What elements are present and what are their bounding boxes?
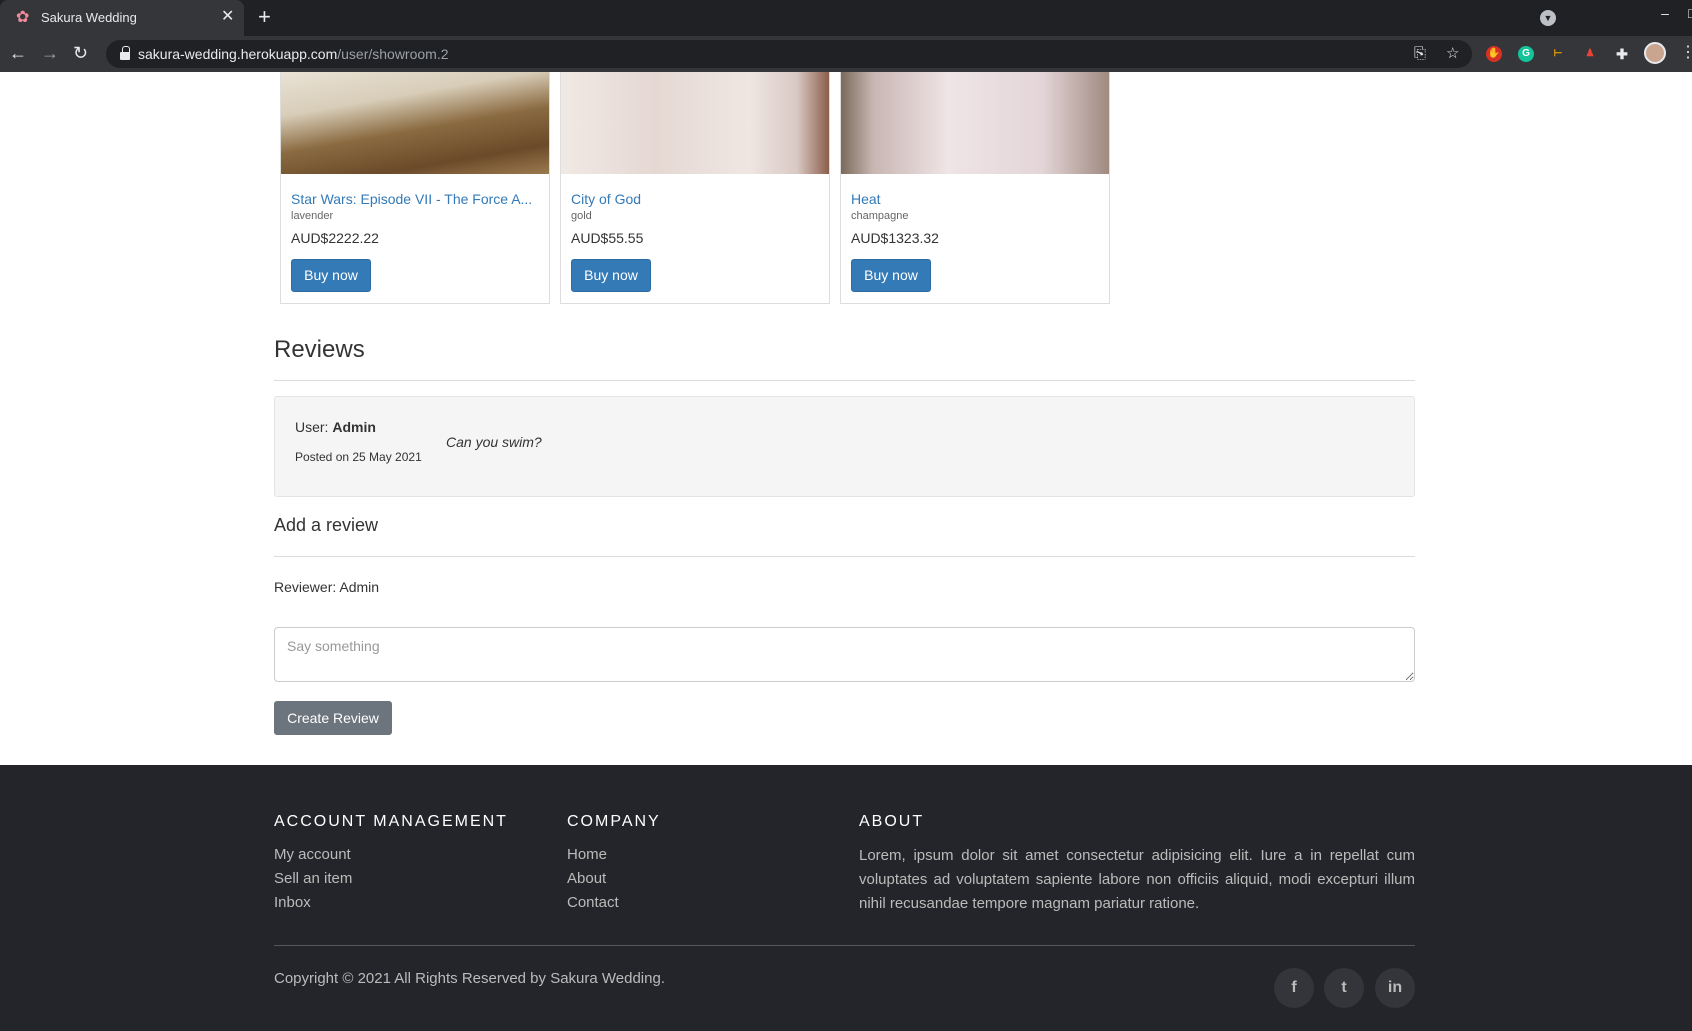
reload-icon[interactable]: ↻ xyxy=(73,43,88,63)
product-title-link[interactable]: City of God xyxy=(571,191,641,207)
lock-icon xyxy=(120,46,130,60)
divider xyxy=(274,556,1415,557)
bookmark-star-icon[interactable]: ☆ xyxy=(1446,45,1459,63)
buy-now-button[interactable]: Buy now xyxy=(291,259,371,292)
review-textarea[interactable] xyxy=(274,627,1415,682)
footer-link-my-account[interactable]: My account xyxy=(274,846,351,863)
footer-link-sell-item[interactable]: Sell an item xyxy=(274,870,352,887)
review-item: User: Admin Posted on 25 May 2021 Can yo… xyxy=(274,396,1415,497)
reviews-heading: Reviews xyxy=(274,336,365,363)
facebook-icon[interactable]: f xyxy=(1274,968,1314,1008)
translate-icon[interactable]: ⎘ xyxy=(1414,45,1426,63)
footer-about-text: Lorem, ipsum dolor sit amet consectetur … xyxy=(859,847,1415,912)
address-bar[interactable]: sakura-wedding.herokuapp.com/user/showro… xyxy=(106,40,1472,68)
review-user-name: Admin xyxy=(332,419,376,435)
product-image[interactable] xyxy=(281,72,549,174)
footer-link-about[interactable]: About xyxy=(567,870,606,887)
browser-toolbar: ← → ↻ sakura-wedding.herokuapp.com/user/… xyxy=(0,36,1692,72)
close-tab-icon[interactable]: ✕ xyxy=(221,8,234,26)
linkedin-icon[interactable]: in xyxy=(1375,968,1415,1008)
menu-dots-icon[interactable]: ⋮ xyxy=(1680,42,1692,64)
product-title-link[interactable]: Heat xyxy=(851,191,881,207)
url-text: sakura-wedding.herokuapp.com/user/showro… xyxy=(138,46,449,62)
review-text: Can you swim? xyxy=(446,434,542,450)
sakura-flower-icon: ✿ xyxy=(16,9,30,26)
back-arrow-icon[interactable]: ← xyxy=(9,43,27,63)
twitter-icon[interactable]: t xyxy=(1324,968,1364,1008)
tab-title: Sakura Wedding xyxy=(41,10,137,25)
grammarly-extension-icon[interactable]: G xyxy=(1518,46,1534,62)
footer-heading-account: ACCOUNT MANAGEMENT xyxy=(274,813,508,830)
profile-avatar[interactable] xyxy=(1644,42,1666,64)
product-card: City of God gold AUD$55.55 Buy now xyxy=(560,72,830,304)
maximize-icon[interactable]: □ xyxy=(1688,0,1692,28)
review-date: Posted on 25 May 2021 xyxy=(295,450,422,464)
product-title-link[interactable]: Star Wars: Episode VII - The Force A... xyxy=(291,191,532,207)
footer-link-home[interactable]: Home xyxy=(567,846,607,863)
buy-now-button[interactable]: Buy now xyxy=(851,259,931,292)
review-user: User: Admin xyxy=(295,419,376,435)
browser-tab-bar: ✿ Sakura Wedding ✕ + ▼ – □ xyxy=(0,0,1692,36)
product-color: champagne xyxy=(851,210,909,222)
footer-link-inbox[interactable]: Inbox xyxy=(274,894,311,911)
product-card: Star Wars: Episode VII - The Force A... … xyxy=(280,72,550,304)
new-tab-icon[interactable]: + xyxy=(258,5,271,29)
extension-icon[interactable]: ♟ xyxy=(1582,46,1598,62)
reviewer-label: Reviewer: Admin xyxy=(274,579,380,595)
create-review-button[interactable]: Create Review xyxy=(274,701,392,735)
forward-arrow-icon[interactable]: → xyxy=(41,43,59,63)
extension-icon[interactable]: ⊢ xyxy=(1550,46,1566,62)
divider xyxy=(274,380,1415,381)
footer-link-contact[interactable]: Contact xyxy=(567,894,619,911)
copyright-text: Copyright © 2021 All Rights Reserved by … xyxy=(274,970,665,987)
footer-divider xyxy=(274,945,1415,946)
footer-heading-company: COMPANY xyxy=(567,813,661,830)
adblock-extension-icon[interactable]: ✋ xyxy=(1486,46,1502,62)
product-image[interactable] xyxy=(561,72,829,174)
extensions-puzzle-icon[interactable]: ✚ xyxy=(1614,46,1630,62)
footer-heading-about: ABOUT xyxy=(859,813,925,830)
tab-search-icon[interactable]: ▼ xyxy=(1540,10,1556,26)
product-color: gold xyxy=(571,210,592,222)
product-price: AUD$55.55 xyxy=(571,230,644,246)
buy-now-button[interactable]: Buy now xyxy=(571,259,651,292)
minimize-icon[interactable]: – xyxy=(1642,0,1688,28)
footer: ACCOUNT MANAGEMENT My account Sell an it… xyxy=(0,765,1692,1031)
product-price: AUD$2222.22 xyxy=(291,230,379,246)
product-color: lavender xyxy=(291,210,334,222)
add-review-heading: Add a review xyxy=(274,515,379,535)
browser-tab[interactable]: ✿ Sakura Wedding ✕ xyxy=(0,0,244,36)
product-price: AUD$1323.32 xyxy=(851,230,939,246)
product-image[interactable] xyxy=(841,72,1109,174)
product-card: Heat champagne AUD$1323.32 Buy now xyxy=(840,72,1110,304)
